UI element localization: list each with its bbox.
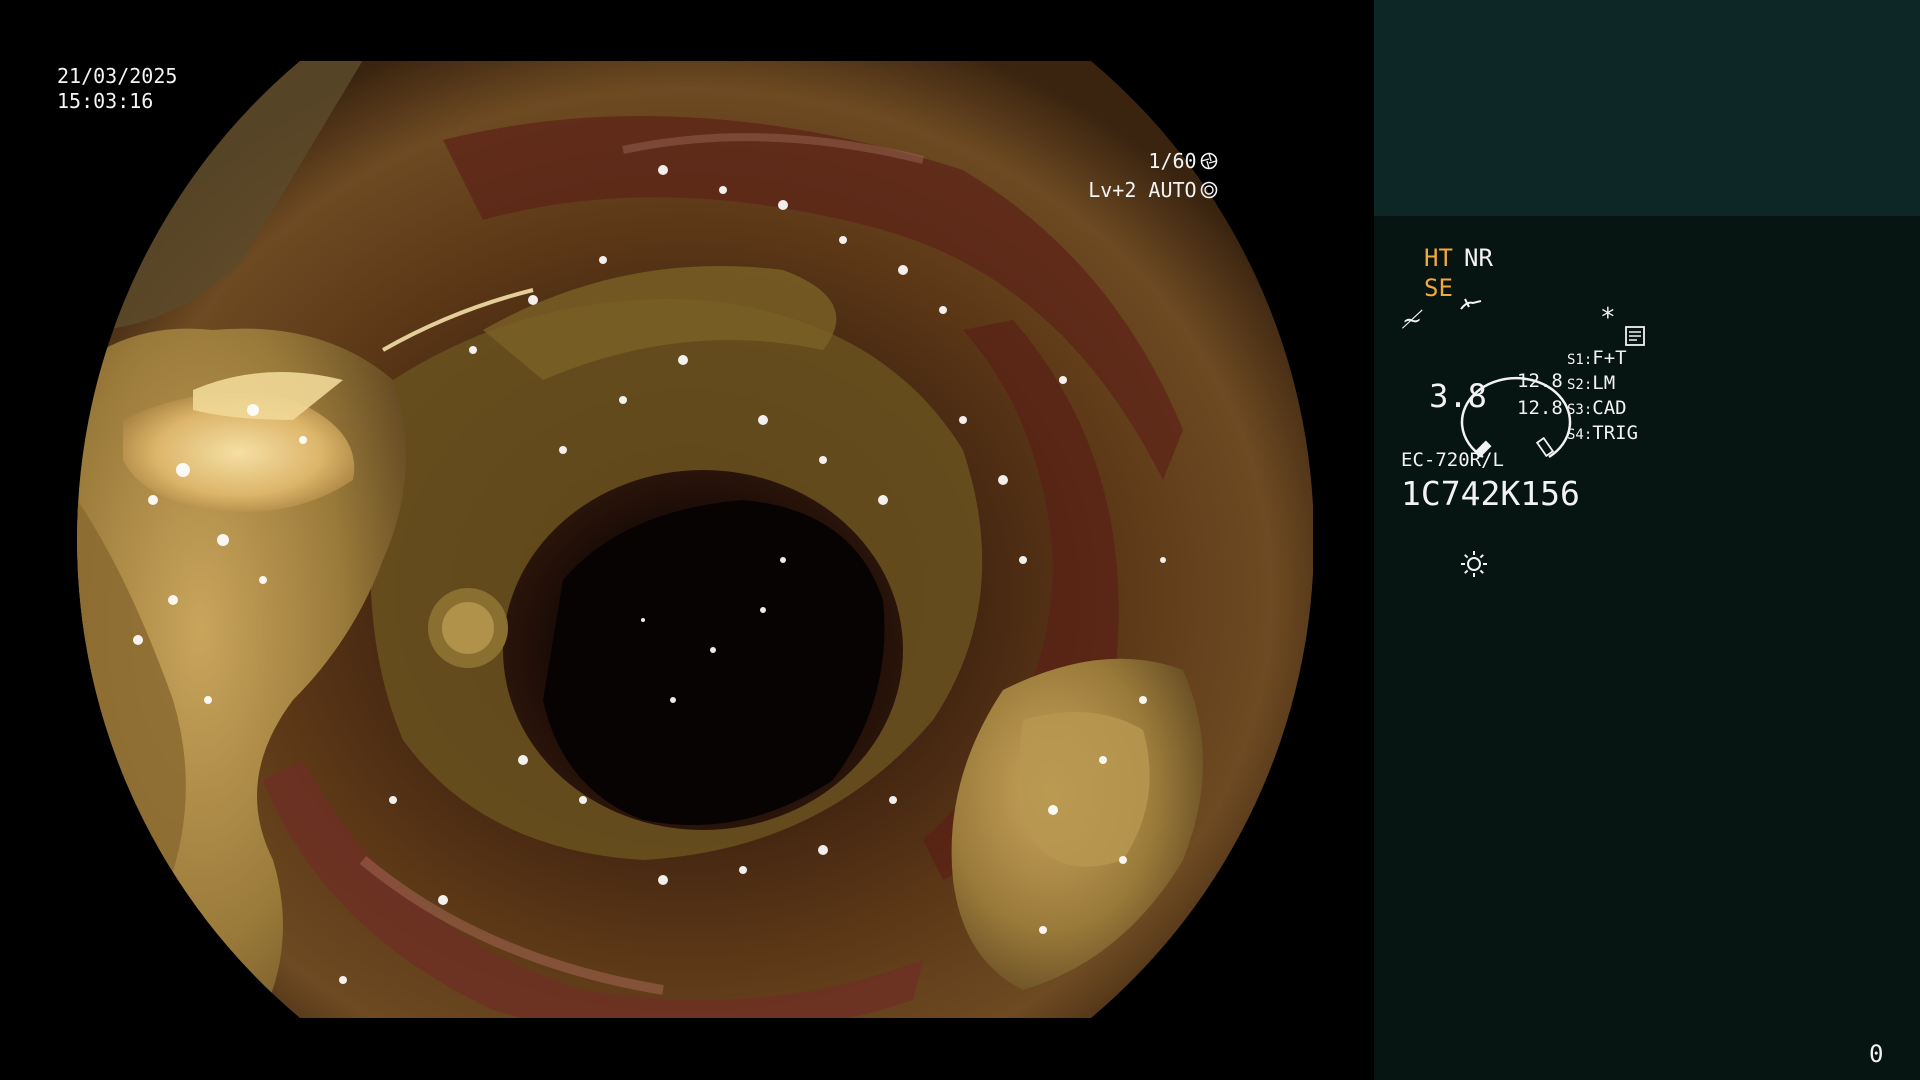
panel-header-area xyxy=(1374,0,1920,216)
switch-value: TRIG xyxy=(1592,422,1639,444)
level-text: Lv+2 AUTO xyxy=(1088,177,1197,202)
nr-indicator: NR xyxy=(1464,244,1493,272)
switch-s1: S1:F+T xyxy=(1567,347,1627,369)
ht-indicator: HT xyxy=(1424,244,1453,272)
asterisk-marker: * xyxy=(1600,303,1616,333)
gauge-value: 3.8 xyxy=(1429,377,1487,415)
switch-value: LM xyxy=(1592,372,1616,394)
overlay-date: 21/03/2025 xyxy=(57,64,178,88)
overlay-time: 15:03:16 xyxy=(57,89,154,113)
endoscopy-monitor: 21/03/2025 15:03:16 1/60 Lv+2 AUTO HT NR… xyxy=(0,0,1920,1080)
f-symbol-icon: ≁ xyxy=(1402,306,1423,334)
switch-s4: S4:TRIG xyxy=(1567,422,1638,444)
gauge-readout-1: 12.8 xyxy=(1517,370,1563,392)
switch-key: S1: xyxy=(1567,352,1593,368)
endoscope-image-area: 21/03/2025 15:03:16 1/60 Lv+2 AUTO xyxy=(0,0,1374,1080)
gauge-readout-2: 12.8 xyxy=(1517,397,1563,419)
switch-s2: S2:LM xyxy=(1567,372,1615,394)
switch-value: F+T xyxy=(1592,347,1627,369)
switch-value: CAD xyxy=(1592,397,1627,419)
scope-serial-number: 1C742K156 xyxy=(1401,474,1580,513)
switch-key: S2: xyxy=(1567,377,1593,393)
scope-model: EC-720R/L xyxy=(1401,449,1504,471)
se-indicator: SE xyxy=(1424,274,1453,302)
overlay-exposure-info: 1/60 Lv+2 AUTO xyxy=(1088,98,1320,202)
switch-s3: S3:CAD xyxy=(1567,397,1627,419)
info-side-panel: HT NR SE ≁ * 3.8 12.8 12.8 S1:F+T S2:LM … xyxy=(1374,0,1920,1080)
switch-key: S4: xyxy=(1567,427,1593,443)
overlay-level: Lv+2 AUTO xyxy=(1088,127,1320,253)
auto-iris-icon xyxy=(1200,127,1320,253)
switch-key: S3: xyxy=(1567,402,1593,418)
image-counter: 0 xyxy=(1869,1040,1884,1068)
light-source-icon xyxy=(1401,530,1489,602)
